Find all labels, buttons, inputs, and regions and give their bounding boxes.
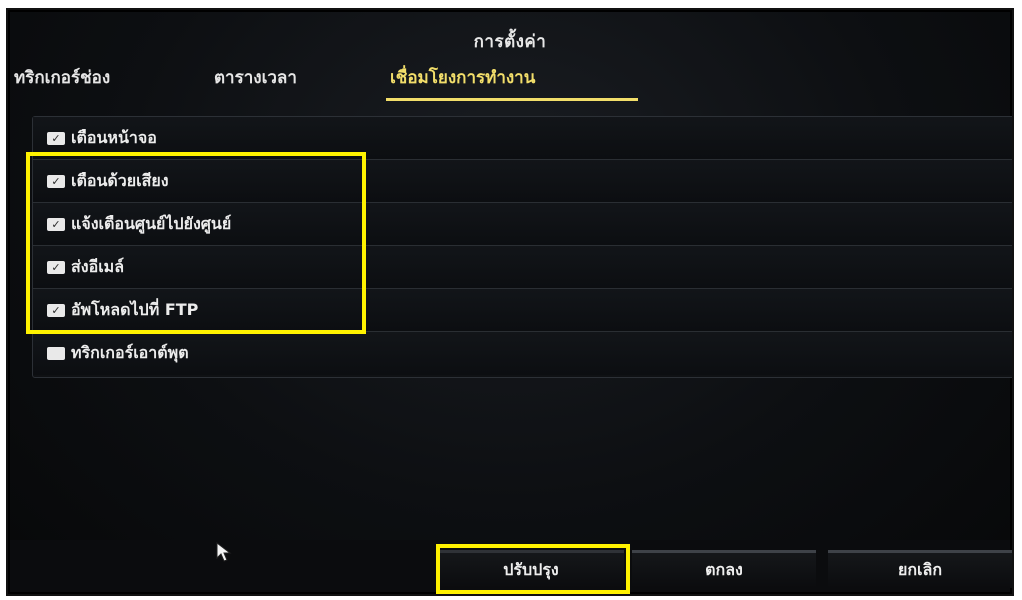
checkbox[interactable]: ✓ [47, 131, 65, 145]
tab-linkage-action[interactable]: เชื่อมโยงการทำงาน [390, 64, 535, 91]
action-label: เตือนด้วยเสียง [71, 170, 169, 190]
tab-channel-trigger[interactable]: ทริกเกอร์ช่อง [14, 64, 110, 91]
bottom-button-bar: ปรับปรุง ตกลง ยกเลิก [10, 540, 1012, 592]
action-label: อัพโหลดไปที่ FTP [71, 299, 199, 319]
action-row-notify-center[interactable]: ✓ แจ้งเตือนศูนย์ไปยังศูนย์ [33, 203, 1012, 246]
update-button[interactable]: ปรับปรุง [438, 550, 624, 588]
action-row-send-email[interactable]: ✓ ส่งอีเมล์ [33, 246, 1012, 289]
action-row-screen-alert[interactable]: ✓ เตือนหน้าจอ [33, 117, 1012, 160]
cancel-button[interactable]: ยกเลิก [828, 550, 1012, 588]
active-tab-underline [386, 98, 638, 101]
action-label: ส่งอีเมล์ [71, 256, 125, 276]
ok-button[interactable]: ตกลง [632, 550, 816, 588]
dialog-title: การตั้งค่า [473, 32, 547, 52]
action-label: ทริกเกอร์เอาต์พุต [71, 343, 189, 362]
action-row-trigger-output[interactable]: ทริกเกอร์เอาต์พุต [33, 332, 1012, 375]
action-row-audio-alert[interactable]: ✓ เตือนด้วยเสียง [33, 160, 1012, 203]
action-row-upload-ftp[interactable]: ✓ อัพโหลดไปที่ FTP [33, 289, 1012, 332]
checkbox[interactable]: ✓ [47, 260, 65, 274]
settings-tabs: ทริกเกอร์ช่อง ตารางเวลา เชื่อมโยงการทำงา… [14, 64, 734, 101]
action-label: เตือนหน้าจอ [71, 127, 157, 147]
checkbox[interactable]: ✓ [47, 174, 65, 188]
tab-schedule[interactable]: ตารางเวลา [214, 64, 297, 91]
action-label: แจ้งเตือนศูนย์ไปยังศูนย์ [71, 213, 232, 233]
dvr-settings-frame: การตั้งค่า ทริกเกอร์ช่อง ตารางเวลา เชื่อ… [6, 8, 1014, 596]
checkbox[interactable] [47, 347, 65, 360]
checkbox[interactable]: ✓ [47, 217, 65, 231]
settings-screen: การตั้งค่า ทริกเกอร์ช่อง ตารางเวลา เชื่อ… [10, 12, 1012, 592]
mouse-pointer-icon [216, 542, 232, 562]
linkage-action-list: ✓ เตือนหน้าจอ ✓ เตือนด้วยเสียง ✓ แจ้งเตื… [32, 116, 1012, 378]
checkbox[interactable]: ✓ [47, 303, 65, 317]
